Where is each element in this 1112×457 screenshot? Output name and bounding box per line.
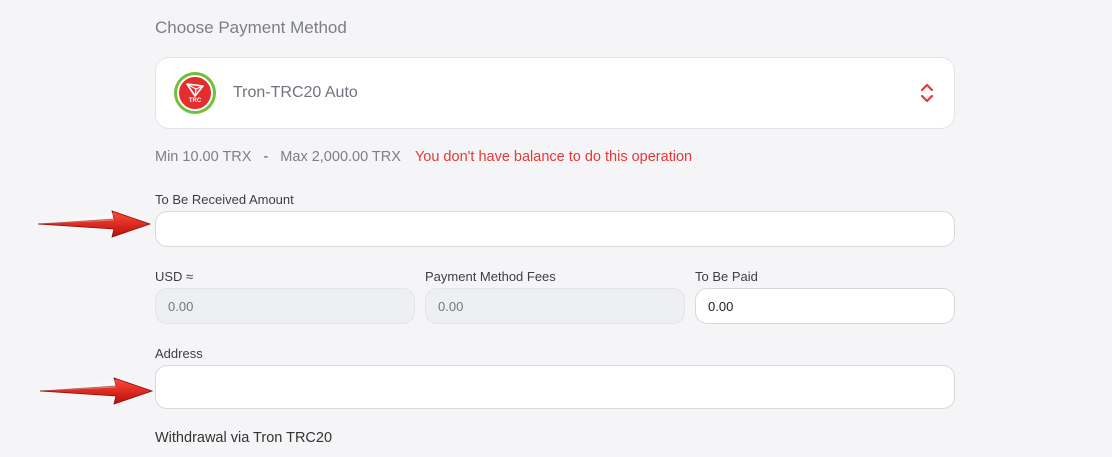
usd-input	[155, 288, 415, 324]
red-arrow-icon	[37, 210, 152, 238]
fees-input	[425, 288, 685, 324]
received-amount-input[interactable]	[155, 211, 955, 247]
limits-row: Min 10.00 TRX - Max 2,000.00 TRX You don't …	[155, 149, 692, 165]
payment-method-name: Tron-TRC20 Auto	[233, 84, 358, 101]
address-label: Address	[155, 346, 203, 361]
withdrawal-form: Choose Payment Method TRC Tron-TRC20 Aut…	[0, 0, 1112, 457]
received-amount-label: To Be Received Amount	[155, 192, 294, 207]
withdrawal-note: Withdrawal via Tron TRC20	[155, 430, 333, 446]
limit-separator: -	[263, 149, 269, 165]
payment-method-select[interactable]: TRC Tron-TRC20 Auto	[155, 57, 955, 129]
logo-text: TRC	[188, 97, 202, 104]
balance-error: You don't have balance to do this operat…	[414, 149, 693, 165]
max-limit: Max 2,000.00 TRX	[280, 149, 401, 165]
address-input[interactable]	[155, 365, 955, 409]
fees-label: Payment Method Fees	[425, 269, 556, 284]
chevron-updown-icon[interactable]	[920, 82, 934, 104]
red-arrow-icon	[39, 377, 154, 405]
usd-label: USD ≈	[155, 269, 194, 284]
section-title: Choose Payment Method	[155, 18, 347, 37]
to-be-paid-label: To Be Paid	[695, 269, 758, 284]
min-limit: Min 10.00 TRX	[155, 149, 252, 165]
tron-logo-icon: TRC	[174, 72, 216, 114]
to-be-paid-input[interactable]	[695, 288, 955, 324]
